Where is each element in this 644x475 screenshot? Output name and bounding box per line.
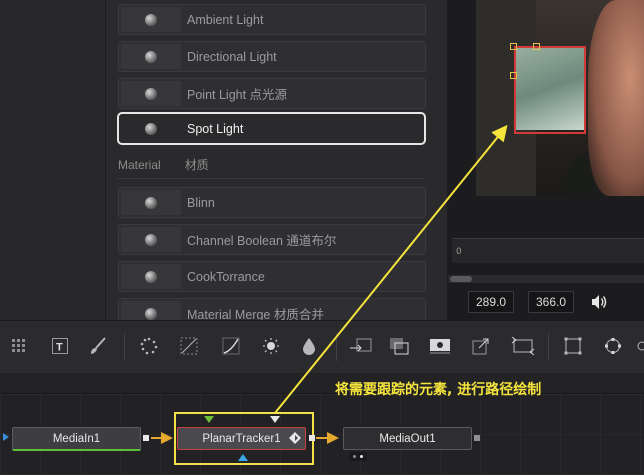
particles-icon[interactable] <box>138 335 160 357</box>
transform-icon[interactable] <box>348 335 374 357</box>
node-planar-tracker[interactable]: PlanarTracker1 <box>177 427 306 450</box>
library-item-label: Channel Boolean 通道布尔 <box>187 234 337 248</box>
drop-icon[interactable] <box>298 335 320 357</box>
timeline-start-label: 0 <box>456 247 462 257</box>
node-label: PlanarTracker1 <box>202 432 281 445</box>
grid-icon[interactable] <box>8 335 30 357</box>
library-item-blinn[interactable]: Blinn <box>118 187 426 218</box>
section-subtitle: 材质 <box>184 158 209 172</box>
library-item-label: Blinn <box>187 195 215 210</box>
svg-text:T: T <box>56 342 63 354</box>
timeline-scrollbar[interactable] <box>448 275 644 283</box>
tracker-icon[interactable] <box>510 335 536 357</box>
library-item-point-light[interactable]: Point Light 点光源 <box>118 78 426 109</box>
library-item-label: Ambient Light <box>187 12 264 27</box>
library-item-label: Directional Light <box>187 49 277 64</box>
view-indicator[interactable] <box>349 452 367 461</box>
library-item-directional-light[interactable]: Directional Light <box>118 41 426 72</box>
section-title: Material <box>118 158 161 172</box>
library-item-spot-light[interactable]: Spot Light <box>117 112 426 145</box>
tracking-region[interactable] <box>514 46 586 134</box>
coord-y-field[interactable]: 366.0 <box>528 291 574 313</box>
point-light-icon <box>121 81 181 106</box>
ambient-light-icon <box>121 7 181 32</box>
library-item-ambient-light[interactable]: Ambient Light <box>118 4 426 35</box>
output-port[interactable] <box>143 435 149 441</box>
merge-icon[interactable] <box>388 335 410 357</box>
mask-icon[interactable] <box>178 335 200 357</box>
directional-light-icon <box>121 44 181 69</box>
blinn-material-icon <box>121 190 181 215</box>
left-panel <box>0 0 106 320</box>
output-port[interactable] <box>474 435 480 441</box>
coord-x-field[interactable]: 289.0 <box>468 291 514 313</box>
input-port-green[interactable] <box>204 416 214 424</box>
keyframe-icon <box>289 432 301 444</box>
material-section-header: Material 材质 <box>118 156 424 179</box>
library-item-label: Spot Light <box>187 121 244 136</box>
spot-light-icon <box>121 116 181 141</box>
viewer-panel: 0 289.0 366.0 <box>448 0 644 320</box>
node-label: MediaOut1 <box>379 432 436 445</box>
library-item-material-merge[interactable]: Material Merge 材质合并 <box>118 298 426 320</box>
curves-icon[interactable] <box>220 335 242 357</box>
tracking-handle[interactable] <box>533 43 540 50</box>
node-label: MediaIn1 <box>52 432 101 445</box>
paint-icon[interactable] <box>87 335 109 357</box>
loop-icon[interactable] <box>602 335 624 357</box>
brightness-icon[interactable] <box>260 335 282 357</box>
background-icon[interactable] <box>428 335 454 357</box>
tools-toolbar: T <box>0 320 644 374</box>
text-icon[interactable]: T <box>49 335 71 357</box>
library-item-label: CookTorrance <box>187 269 265 284</box>
material-merge-icon <box>121 301 181 320</box>
node-media-in[interactable]: MediaIn1 <box>12 427 141 451</box>
channel-boolean-icon <box>121 227 181 252</box>
library-item-cooktorrance[interactable]: CookTorrance <box>118 261 426 292</box>
library-item-channel-boolean[interactable]: Channel Boolean 通道布尔 <box>118 224 426 255</box>
timeline-ruler[interactable]: 0 <box>452 238 644 263</box>
resize-icon[interactable] <box>470 335 492 357</box>
annotation-text: 将需要跟踪的元素, 进行路径绘制 <box>335 382 542 398</box>
library-item-label: Material Merge 材质合并 <box>187 308 324 320</box>
output-port[interactable] <box>309 435 315 441</box>
tracking-handle[interactable] <box>510 43 517 50</box>
input-port-white[interactable] <box>270 416 280 424</box>
node-media-out[interactable]: MediaOut1 <box>343 427 472 450</box>
node-editor-header <box>0 373 644 394</box>
crop-icon[interactable] <box>562 335 584 357</box>
speaker-icon[interactable] <box>590 294 608 310</box>
library-item-label: Point Light 点光源 <box>187 88 288 102</box>
more-icon[interactable] <box>636 335 644 357</box>
input-port-blue[interactable] <box>238 454 248 462</box>
video-frame <box>476 0 644 196</box>
cooktorrance-icon <box>121 264 181 289</box>
effects-library: Ambient Light Directional Light Point Li… <box>106 0 447 320</box>
tracking-handle[interactable] <box>510 72 517 79</box>
